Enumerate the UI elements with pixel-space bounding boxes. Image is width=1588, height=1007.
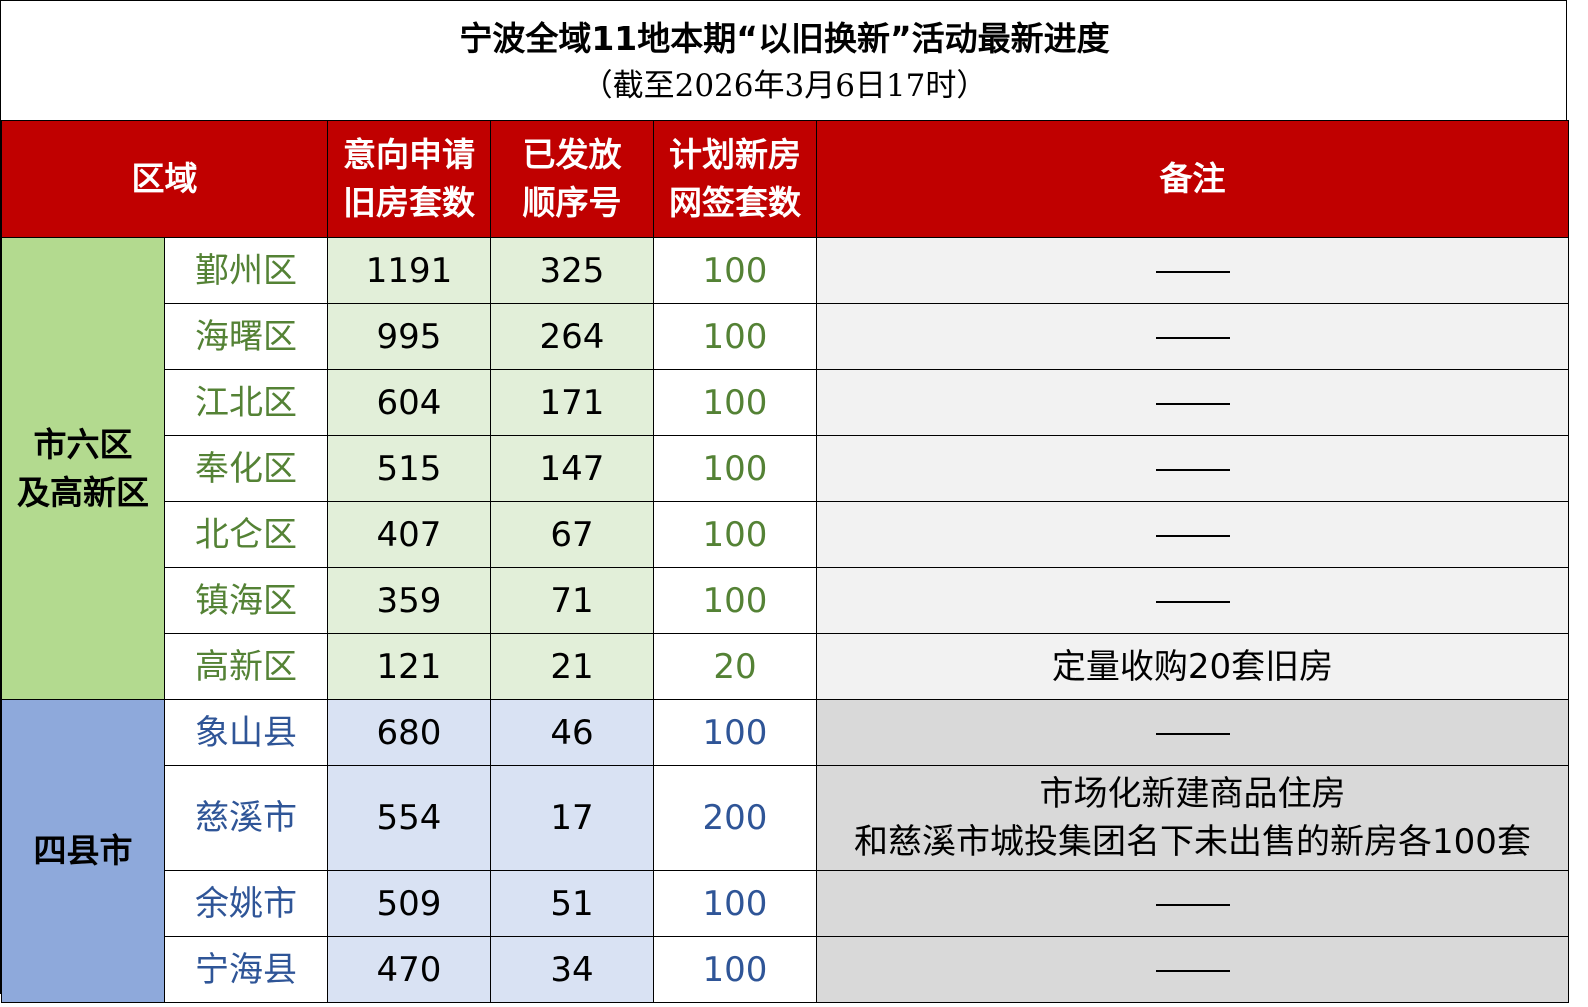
district-name: 慈溪市 bbox=[164, 765, 328, 871]
note-dash bbox=[1155, 469, 1230, 471]
issued-cell: 67 bbox=[490, 501, 654, 568]
planned-cell: 100 bbox=[653, 567, 817, 634]
note-cell bbox=[816, 369, 1569, 436]
note-cell bbox=[816, 936, 1569, 1003]
header-planned: 计划新房 网签套数 bbox=[653, 120, 817, 238]
applications-cell: 470 bbox=[327, 936, 491, 1003]
table-row: 海曙区 995 264 100 bbox=[2, 303, 1569, 370]
applications-cell: 515 bbox=[327, 435, 491, 502]
issued-cell: 17 bbox=[490, 765, 654, 871]
table-row: 北仑区 407 67 100 bbox=[2, 501, 1569, 568]
header-applications-line2: 旧房套数 bbox=[343, 183, 475, 222]
group-label-line2: 及高新区 bbox=[17, 472, 149, 512]
header-applications-line1: 意向申请 bbox=[343, 135, 475, 174]
district-name: 北仑区 bbox=[164, 501, 328, 568]
note-dash bbox=[1155, 337, 1230, 339]
note-cell bbox=[816, 237, 1569, 304]
planned-cell: 100 bbox=[653, 435, 817, 502]
district-name: 宁海县 bbox=[164, 936, 328, 1003]
table-row: 镇海区 359 71 100 bbox=[2, 567, 1569, 634]
planned-cell: 100 bbox=[653, 699, 817, 766]
note-dash bbox=[1155, 904, 1230, 906]
table-row: 市六区 及高新区 鄞州区 1191 325 100 bbox=[1, 237, 1569, 700]
applications-cell: 554 bbox=[327, 765, 491, 871]
header-row: 区域 意向申请 旧房套数 已发放 顺序号 计划新房 网签套数 备注 bbox=[1, 120, 1569, 238]
header-planned-line2: 网签套数 bbox=[669, 183, 801, 222]
group-label-line1: 市六区 bbox=[33, 424, 133, 464]
district-name: 余姚市 bbox=[164, 870, 328, 937]
planned-cell: 100 bbox=[653, 369, 817, 436]
note-cell bbox=[816, 303, 1569, 370]
district-name: 鄞州区 bbox=[164, 237, 328, 304]
district-name: 江北区 bbox=[164, 369, 328, 436]
table-row: 宁海县 470 34 100 bbox=[2, 936, 1569, 1003]
header-issued-line1: 已发放 bbox=[522, 135, 622, 174]
note-dash bbox=[1155, 733, 1230, 735]
district-name: 奉化区 bbox=[164, 435, 328, 502]
issued-cell: 51 bbox=[490, 870, 654, 937]
issued-cell: 147 bbox=[490, 435, 654, 502]
header-issued: 已发放 顺序号 bbox=[490, 120, 654, 238]
district-name: 镇海区 bbox=[164, 567, 328, 634]
note-dash bbox=[1155, 271, 1230, 273]
note-cell: 定量收购20套旧房 bbox=[816, 633, 1569, 700]
table-row: 奉化区 515 147 100 bbox=[2, 435, 1569, 502]
header-notes: 备注 bbox=[816, 120, 1569, 238]
note-cell bbox=[816, 699, 1569, 766]
issued-cell: 34 bbox=[490, 936, 654, 1003]
note-line2: 和慈溪市城投集团名下未出售的新房各100套 bbox=[854, 822, 1531, 862]
header-region: 区域 bbox=[1, 120, 328, 238]
note-dash bbox=[1155, 535, 1230, 537]
district-name: 象山县 bbox=[164, 699, 328, 766]
issued-cell: 171 bbox=[490, 369, 654, 436]
note-cell bbox=[816, 501, 1569, 568]
issued-cell: 46 bbox=[490, 699, 654, 766]
header-applications: 意向申请 旧房套数 bbox=[327, 120, 491, 238]
applications-cell: 604 bbox=[327, 369, 491, 436]
planned-cell: 100 bbox=[653, 237, 817, 304]
issued-cell: 21 bbox=[490, 633, 654, 700]
note-cell bbox=[816, 567, 1569, 634]
table-row: 江北区 604 171 100 bbox=[2, 369, 1569, 436]
group-label-city: 市六区 及高新区 bbox=[1, 237, 165, 700]
applications-cell: 121 bbox=[327, 633, 491, 700]
planned-cell: 100 bbox=[653, 870, 817, 937]
applications-cell: 1191 bbox=[327, 237, 491, 304]
planned-cell: 20 bbox=[653, 633, 817, 700]
applications-cell: 359 bbox=[327, 567, 491, 634]
table-row: 四县市 象山县 680 46 100 bbox=[1, 699, 1569, 1003]
group-label-counties: 四县市 bbox=[1, 699, 165, 1003]
title-area: 宁波全域11地本期“以旧换新”活动最新进度 （截至2026年3月6日17时） bbox=[1, 1, 1568, 120]
applications-cell: 995 bbox=[327, 303, 491, 370]
page-subtitle: （截至2026年3月6日17时） bbox=[581, 68, 988, 104]
table-frame: 宁波全域11地本期“以旧换新”活动最新进度 （截至2026年3月6日17时） 区… bbox=[0, 0, 1569, 1003]
issued-cell: 264 bbox=[490, 303, 654, 370]
applications-cell: 680 bbox=[327, 699, 491, 766]
table-row: 慈溪市 554 17 200 市场化新建商品住房 和慈溪市城投集团名下未出售的新… bbox=[2, 765, 1569, 871]
note-cell bbox=[816, 870, 1569, 937]
note-dash bbox=[1155, 970, 1230, 972]
district-name: 海曙区 bbox=[164, 303, 328, 370]
planned-cell: 100 bbox=[653, 936, 817, 1003]
page-title: 宁波全域11地本期“以旧换新”活动最新进度 bbox=[459, 19, 1110, 58]
note-cell bbox=[816, 435, 1569, 502]
table-row: 余姚市 509 51 100 bbox=[2, 870, 1569, 937]
table-row: 高新区 121 21 20 定量收购20套旧房 bbox=[2, 633, 1569, 700]
note-line1: 市场化新建商品住房 bbox=[1039, 774, 1346, 814]
district-name: 高新区 bbox=[164, 633, 328, 700]
planned-cell: 100 bbox=[653, 303, 817, 370]
note-dash bbox=[1155, 403, 1230, 405]
note-dash bbox=[1155, 601, 1230, 603]
planned-cell: 100 bbox=[653, 501, 817, 568]
issued-cell: 71 bbox=[490, 567, 654, 634]
progress-table: 区域 意向申请 旧房套数 已发放 顺序号 计划新房 网签套数 备注 市六区 及高… bbox=[1, 120, 1569, 1003]
note-cell: 市场化新建商品住房 和慈溪市城投集团名下未出售的新房各100套 bbox=[816, 765, 1569, 871]
planned-cell: 200 bbox=[653, 765, 817, 871]
issued-cell: 325 bbox=[490, 237, 654, 304]
header-planned-line1: 计划新房 bbox=[669, 135, 801, 174]
header-issued-line2: 顺序号 bbox=[522, 183, 622, 222]
applications-cell: 407 bbox=[327, 501, 491, 568]
applications-cell: 509 bbox=[327, 870, 491, 937]
